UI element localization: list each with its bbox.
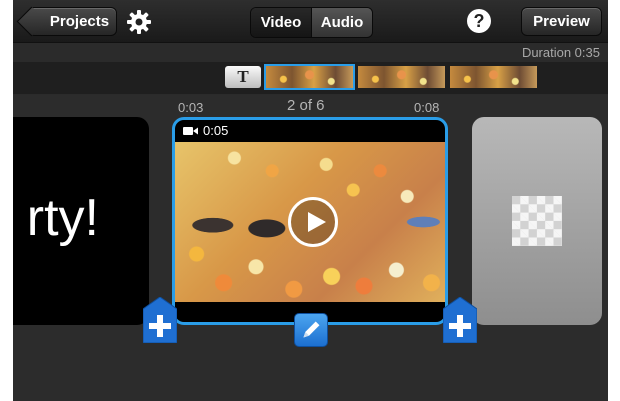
checkerboard-transition-icon [512, 196, 562, 246]
projects-back-button[interactable]: Projects [30, 7, 117, 36]
preview-button[interactable]: Preview [521, 7, 602, 36]
app-frame: Projects Video Audio ? Preview Duration [13, 0, 608, 401]
top-toolbar: Projects Video Audio ? Preview [13, 0, 608, 43]
clip-info: 0:05 [183, 123, 228, 138]
play-button[interactable] [288, 197, 338, 247]
clip-end-time: 0:08 [414, 100, 440, 115]
duration-label: Duration 0:35 [521, 45, 600, 60]
filmstrip-thumb[interactable] [450, 66, 537, 88]
add-clip-left-button[interactable] [143, 297, 177, 343]
filmstrip-thumb[interactable] [358, 66, 445, 88]
clip-position-label: 2 of 6 [287, 97, 325, 114]
segment-video[interactable]: Video [251, 8, 312, 37]
projects-back-label: Projects [49, 13, 110, 30]
clip-start-time: 0:03 [178, 100, 204, 115]
previous-title-clip[interactable]: rty! [13, 117, 149, 325]
previous-clip-title-text: rty! [26, 189, 99, 247]
help-button[interactable]: ? [467, 9, 491, 33]
filmstrip-thumb-selected[interactable] [264, 64, 355, 90]
add-clip-right-button[interactable] [443, 297, 477, 343]
clip-duration: 0:05 [203, 123, 229, 138]
title-tool-button[interactable]: T [225, 66, 261, 88]
pencil-icon [303, 321, 320, 338]
segment-audio[interactable]: Audio [312, 8, 372, 37]
transition-clip[interactable] [472, 117, 602, 325]
edit-clip-button[interactable] [294, 313, 328, 347]
video-camera-icon [183, 126, 198, 135]
gear-icon[interactable] [126, 9, 152, 35]
video-audio-segmented-control: Video Audio [250, 7, 373, 38]
selected-video-clip[interactable]: 0:05 [172, 117, 448, 325]
